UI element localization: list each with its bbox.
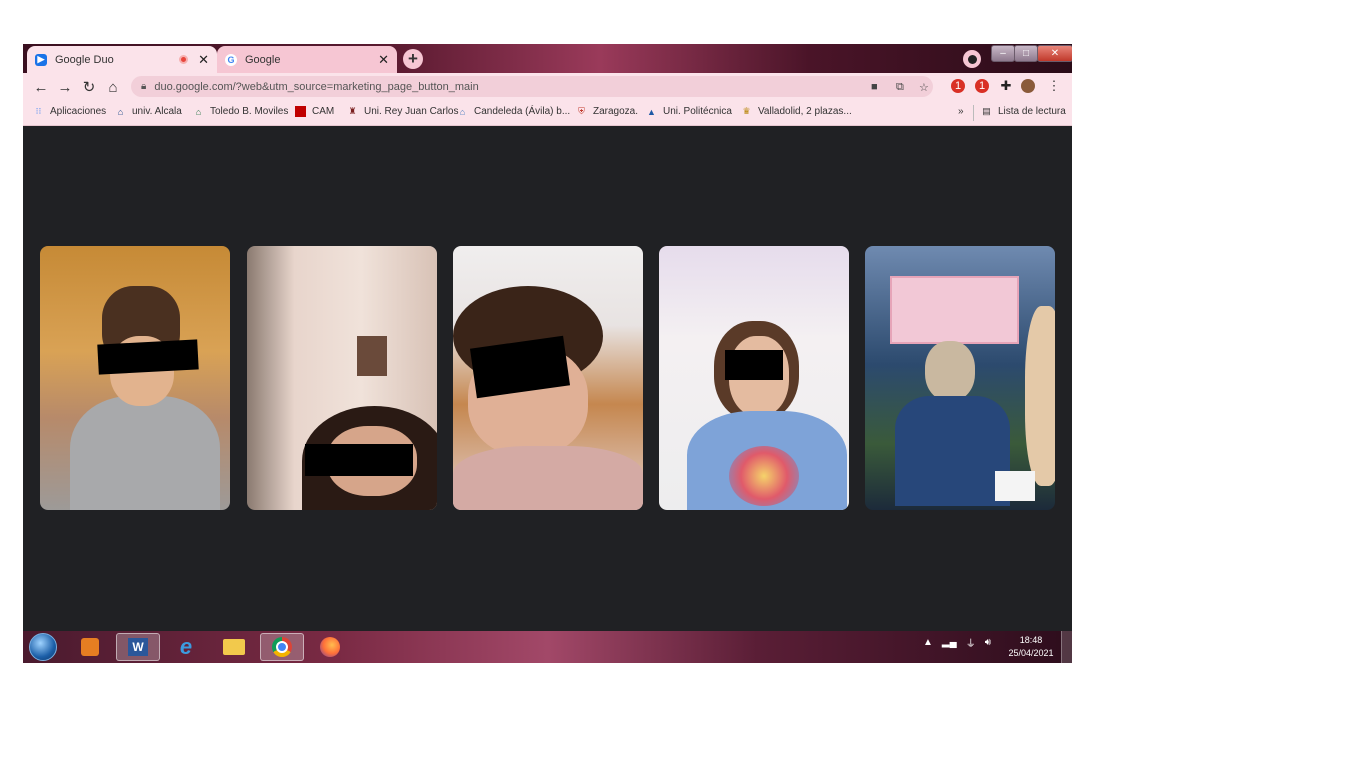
profile-dot-icon (967, 54, 977, 64)
crest-icon: ♛ (742, 106, 751, 116)
participant-video-4[interactable] (659, 246, 849, 510)
flag-icon (295, 106, 306, 117)
new-tab-button[interactable]: + (403, 49, 423, 69)
clock-time: 18:48 (1019, 635, 1043, 645)
tab-title: Google (245, 53, 281, 66)
bookmark-valladolid[interactable]: ♛ Valladolid, 2 plazas... (741, 106, 852, 117)
bookmarks-bar: ⁝⁝ Aplicaciones ⌂ univ. Alcala ⌂ Toledo … (23, 101, 1072, 126)
bookmark-label: Valladolid, 2 plazas... (758, 106, 852, 117)
bookmark-label: Zaragoza. (593, 106, 639, 117)
reading-list-icon: ▤ (982, 106, 991, 116)
url-text: duo.google.com/?web&utm_source=marketing… (154, 80, 479, 93)
clock[interactable]: 18:48 25/04/2021 (1003, 634, 1059, 660)
duo-icon: ▶ (35, 53, 47, 66)
reading-list-button[interactable]: ▤ Lista de lectura (981, 106, 1066, 117)
bookmark-toledo[interactable]: ⌂ Toledo B. Moviles (193, 106, 289, 117)
tray-expand-icon[interactable]: ▲ (923, 637, 933, 648)
camera-icon[interactable]: ■ (871, 81, 878, 93)
bookmark-label: CAM (312, 106, 335, 117)
bookmark-aplicaciones[interactable]: ⁝⁝ Aplicaciones (33, 106, 107, 117)
bookmark-zaragoza[interactable]: ⛨ Zaragoza. (576, 106, 638, 117)
shield-icon: ⛨ (578, 106, 585, 116)
participant-video-3[interactable] (453, 246, 643, 510)
tab-strip: ▶ Google Duo ✕ G Google ✕ + – □ ✕ (23, 44, 1072, 73)
install-app-icon[interactable]: ⧉ (896, 81, 904, 94)
bookmark-cam[interactable]: CAM (295, 106, 334, 117)
bookmark-label: Toledo B. Moviles (210, 106, 289, 117)
word-icon[interactable]: W (116, 633, 160, 661)
bookmark-urjc[interactable]: ♜ Uni. Rey Juan Carlos (347, 106, 458, 117)
home-button[interactable]: ⌂ (103, 77, 123, 97)
apps-grid-icon: ⁝⁝ (35, 106, 42, 116)
bookmark-label: Uni. Politécnica (663, 106, 732, 117)
usb-icon[interactable]: ⏚ (966, 635, 976, 650)
chrome-icon[interactable] (260, 633, 304, 661)
extension-red-1-icon[interactable]: 1 (951, 79, 965, 93)
volume-icon[interactable]: 🔊︎ (985, 637, 991, 648)
bookmarks-overflow-button[interactable]: » (958, 106, 964, 117)
tab-close-button[interactable]: ✕ (198, 52, 209, 68)
close-button[interactable]: ✕ (1037, 45, 1072, 62)
firefox-icon[interactable] (308, 633, 352, 661)
start-button[interactable] (29, 633, 57, 661)
participant-video-5[interactable] (865, 246, 1055, 510)
building-icon: ⌂ (195, 106, 202, 117)
participant-video-2[interactable] (247, 246, 437, 510)
tab-title: Google Duo (55, 53, 114, 66)
network-icon[interactable]: ▂▄ (942, 637, 957, 648)
tab-google-duo[interactable]: ▶ Google Duo ✕ (27, 46, 217, 73)
clock-date: 25/04/2021 (1008, 648, 1054, 658)
menu-kebab-icon[interactable]: ⋮ (1047, 78, 1061, 93)
bookmark-label: Candeleda (Ávila) b... (474, 106, 571, 117)
system-tray: ▲ ▂▄ ⏚ 🔊︎ (923, 635, 991, 650)
forward-button[interactable]: → (55, 77, 75, 97)
bookmark-univ-alcala[interactable]: ⌂ univ. Alcala (115, 106, 182, 117)
tab-search-button[interactable] (963, 50, 981, 68)
lock-icon: 🔒︎ (141, 81, 147, 92)
bookmark-upm[interactable]: ▲ Uni. Politécnica (646, 106, 732, 117)
building-icon: ⌂ (459, 106, 466, 117)
bookmark-candeleda[interactable]: ⌂ Candeleda (Ávila) b... (457, 106, 570, 117)
file-explorer-icon[interactable] (212, 633, 256, 661)
bookmarks-divider (973, 105, 974, 121)
tab-google[interactable]: G Google ✕ (217, 46, 397, 73)
reload-button[interactable]: ↻ (79, 77, 99, 97)
back-button[interactable]: ← (31, 77, 51, 97)
bookmark-label: Aplicaciones (50, 106, 107, 117)
face-blur (305, 444, 413, 476)
screen: ▶ Google Duo ✕ G Google ✕ + – □ ✕ ← → ↻ … (23, 44, 1072, 663)
extensions-puzzle-icon[interactable]: ✚ (999, 78, 1013, 93)
show-desktop-button[interactable] (1061, 631, 1072, 663)
tab-close-button[interactable]: ✕ (378, 52, 389, 68)
internet-explorer-icon[interactable]: e (164, 633, 208, 661)
windows-taskbar: W e ▲ ▂▄ ⏚ 🔊︎ 18:48 25/04/2021 (23, 631, 1072, 663)
google-g-icon: G (225, 53, 237, 66)
minimize-button[interactable]: – (991, 45, 1015, 62)
bookmark-label: Uni. Rey Juan Carlos (364, 106, 459, 117)
mountain-icon: ▲ (647, 106, 656, 117)
address-bar[interactable]: 🔒︎ duo.google.com/?web&utm_source=market… (131, 76, 933, 97)
browser-toolbar: ← → ↻ ⌂ 🔒︎ duo.google.com/?web&utm_sourc… (23, 73, 1072, 101)
building-icon: ⌂ (117, 106, 124, 117)
avatar[interactable] (1021, 79, 1035, 93)
extension-red-2-icon[interactable]: 1 (975, 79, 989, 93)
tower-icon: ♜ (348, 106, 357, 116)
face-blur (97, 339, 199, 375)
reading-list-label: Lista de lectura (998, 106, 1066, 117)
media-player-icon[interactable] (68, 633, 112, 661)
participant-video-1[interactable] (40, 246, 230, 510)
maximize-button[interactable]: □ (1014, 45, 1038, 62)
recording-icon (179, 55, 189, 64)
bookmark-star-icon[interactable]: ☆ (919, 81, 929, 94)
face-blur (725, 350, 783, 380)
bookmark-label: univ. Alcala (132, 106, 182, 117)
